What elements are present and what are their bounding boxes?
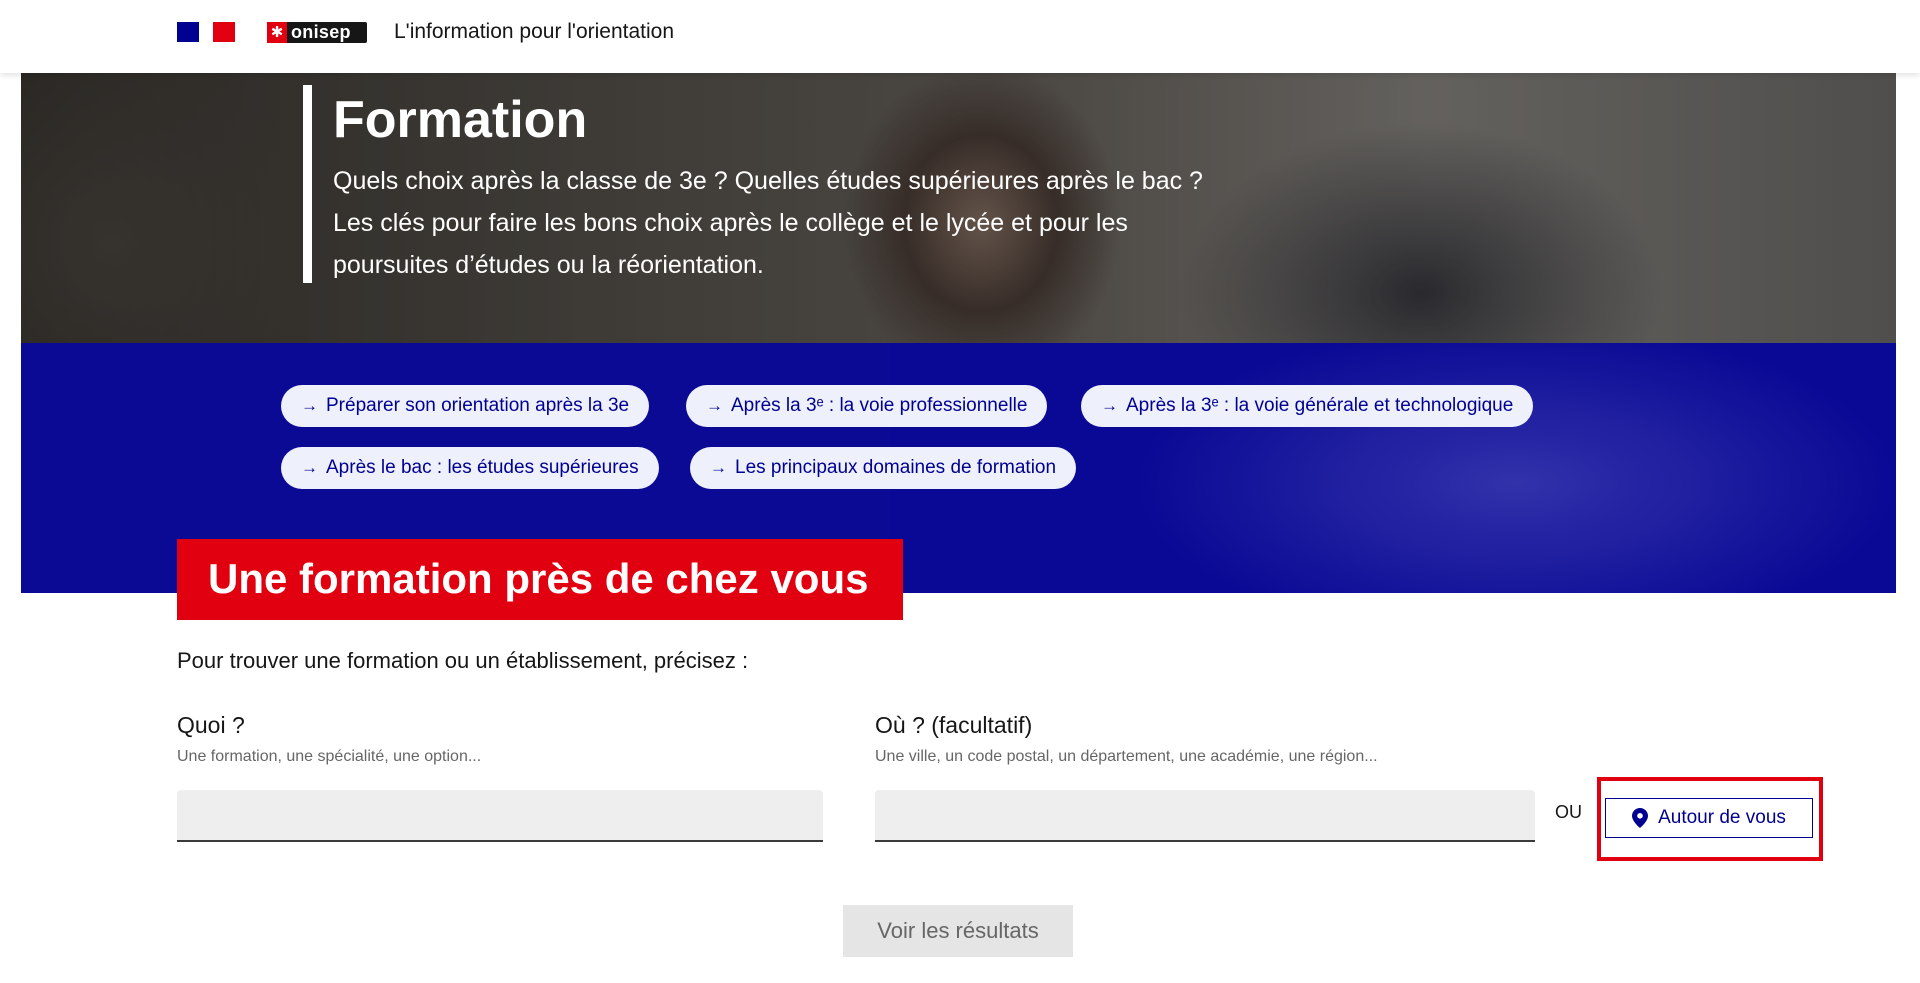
arrow-right-icon: → bbox=[1101, 396, 1118, 415]
where-input[interactable] bbox=[875, 790, 1535, 842]
flag-white bbox=[199, 22, 213, 42]
location-pin-icon bbox=[1632, 808, 1649, 828]
chip-preparer-orientation[interactable]: → Préparer son orientation après la 3e bbox=[281, 385, 650, 427]
chip-label: Après la 3ᵉ : la voie professionnelle bbox=[731, 395, 1028, 416]
arrow-right-icon: → bbox=[710, 458, 727, 477]
chip-voie-professionnelle[interactable]: → Après la 3ᵉ : la voie professionnelle bbox=[686, 385, 1048, 427]
what-hint: Une formation, une spécialité, une optio… bbox=[177, 748, 482, 765]
around-you-button[interactable]: Autour de vous bbox=[1605, 798, 1813, 838]
search-intro: Pour trouver une formation ou un établis… bbox=[177, 648, 749, 673]
site-tagline: L'information pour l'orientation bbox=[394, 20, 675, 43]
arrow-right-icon: → bbox=[706, 396, 723, 415]
arrow-right-icon: → bbox=[301, 458, 318, 477]
chip-etudes-superieures[interactable]: → Après le bac : les études supérieures bbox=[281, 447, 659, 489]
hero-title-accent-bar bbox=[303, 85, 312, 283]
where-label: Où ? (facultatif) bbox=[875, 712, 1033, 738]
search-heading-block: Une formation près de chez vous bbox=[177, 539, 903, 620]
chip-voie-generale[interactable]: → Après la 3ᵉ : la voie générale et techn… bbox=[1081, 385, 1534, 427]
page-title: Formation bbox=[333, 91, 588, 149]
what-input[interactable] bbox=[177, 790, 823, 842]
see-results-button[interactable]: Voir les résultats bbox=[843, 905, 1073, 957]
chip-domaines-formation[interactable]: → Les principaux domaines de formation bbox=[690, 447, 1077, 489]
hero-description: Quels choix après la classe de 3e ? Quel… bbox=[333, 167, 1203, 279]
where-hint: Une ville, un code postal, un départemen… bbox=[875, 748, 1378, 765]
onisep-logo[interactable]: ✱ onisep bbox=[267, 22, 367, 43]
chip-label: Après la 3ᵉ : la voie générale et techno… bbox=[1126, 395, 1514, 416]
onisep-logo-text: onisep bbox=[291, 22, 351, 42]
around-you-label: Autour de vous bbox=[1658, 807, 1786, 828]
what-label: Quoi ? bbox=[177, 712, 245, 738]
or-separator: OU bbox=[1555, 802, 1582, 822]
onisep-star-icon: ✱ bbox=[267, 22, 287, 43]
marianne-logo[interactable] bbox=[177, 22, 235, 42]
site-header: ✱ onisep L'information pour l'orientatio… bbox=[0, 0, 1920, 73]
chip-label: Préparer son orientation après la 3e bbox=[326, 395, 630, 416]
search-heading: Une formation près de chez vous bbox=[208, 555, 869, 602]
chip-label: Les principaux domaines de formation bbox=[735, 457, 1057, 478]
chip-label: Après le bac : les études supérieures bbox=[326, 457, 639, 478]
flag-red bbox=[213, 22, 235, 42]
arrow-right-icon: → bbox=[301, 396, 318, 415]
flag-blue bbox=[177, 22, 199, 42]
